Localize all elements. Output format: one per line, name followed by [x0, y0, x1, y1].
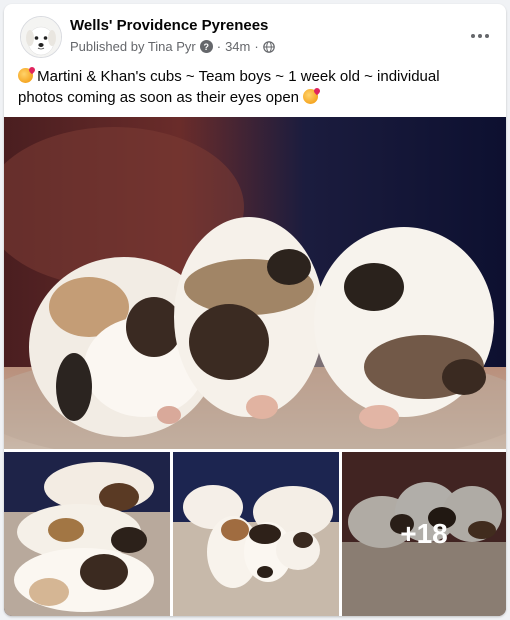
page-avatar[interactable] [20, 16, 62, 58]
smiling-face-with-hearts-icon [18, 68, 33, 83]
post-card: Wells' Providence Pyrenees Published by … [4, 4, 506, 616]
main-photo[interactable] [4, 117, 506, 449]
puppies-photo [4, 117, 506, 449]
question-circle-icon[interactable]: ? [199, 40, 213, 53]
photo-thumbnail[interactable] [4, 452, 170, 616]
puppies-thumbnail-1 [4, 452, 170, 616]
puppies-thumbnail-2 [173, 452, 339, 616]
more-photos-overlay[interactable]: +18 [342, 452, 506, 616]
globe-icon[interactable] [262, 40, 275, 53]
meta-separator: · [254, 39, 259, 54]
dog-avatar-icon [21, 17, 61, 57]
photo-thumbnail[interactable] [173, 452, 339, 616]
more-options-icon[interactable] [466, 22, 494, 50]
post-header: Wells' Providence Pyrenees Published by … [4, 4, 506, 64]
more-photos-count: +18 [400, 518, 448, 549]
more-photos-tile[interactable]: +18 [342, 452, 506, 616]
post-meta: Published by Tina Pyr ? · 34m · [70, 39, 275, 54]
page-name-link[interactable]: Wells' Providence Pyrenees [70, 17, 268, 34]
smiling-face-with-hearts-icon [303, 89, 319, 104]
post-timestamp[interactable]: 34m [225, 39, 250, 54]
post-caption: Martini & Khan's cubs ~ Team boys ~ 1 we… [18, 66, 488, 108]
caption-text: Martini & Khan's cubs ~ Team boys ~ 1 we… [18, 68, 440, 106]
published-by[interactable]: Published by Tina Pyr [70, 39, 196, 54]
meta-separator: · [216, 39, 222, 54]
